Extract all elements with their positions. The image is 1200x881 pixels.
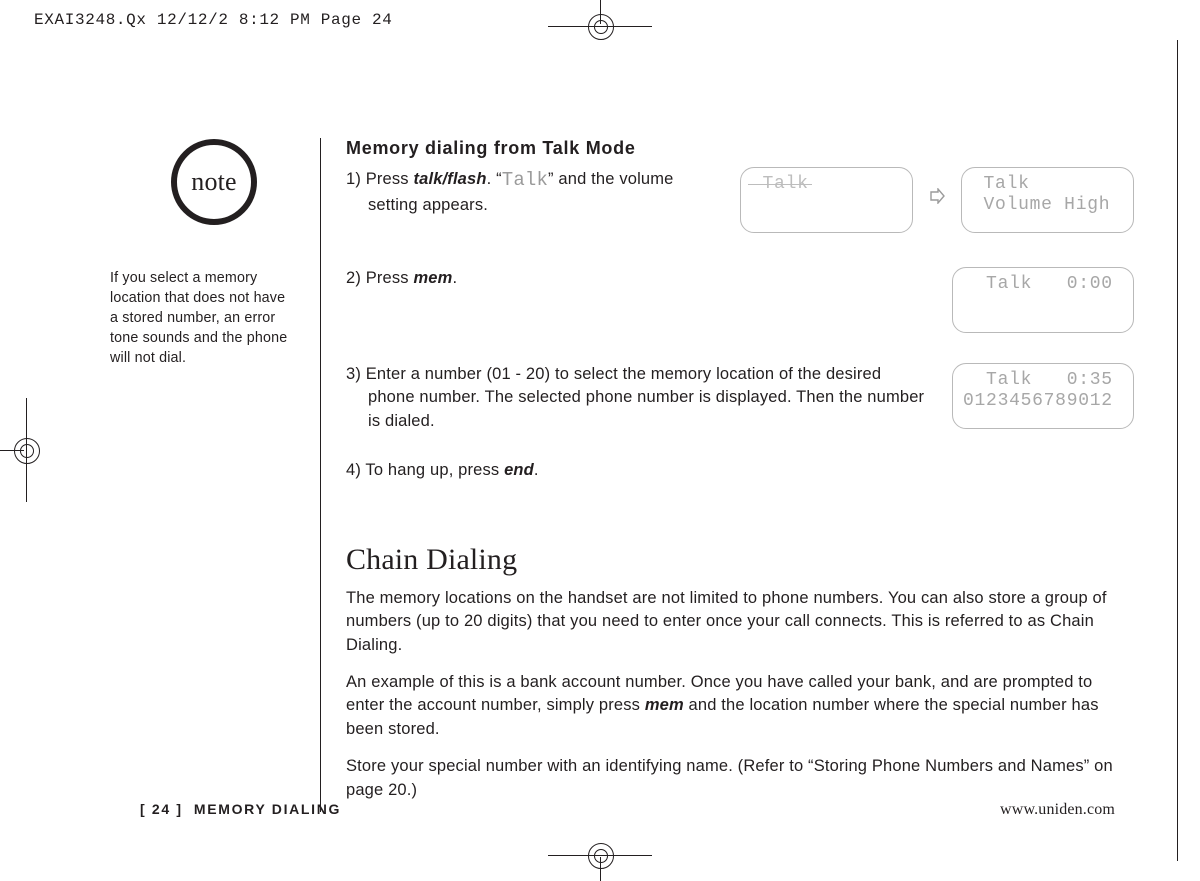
page-footer: [ 24 ] MEMORY DIALING www.uniden.com [140,801,1115,819]
step-3-text: 3) Enter a number (01 - 20) to select th… [368,363,932,433]
step-2-row: 2) Press mem. Talk 0:00 [346,267,1134,333]
lcd1-text: Talk [751,174,809,195]
step4-lead: 4) To hang up, press [346,461,504,479]
crop-mark-top [570,0,630,40]
lcd-box-3: Talk 0:00 [952,267,1134,333]
lcd4-line1: Talk 0:35 [963,370,1123,391]
lcd2-line1: Talk [972,174,1123,195]
footer-url: www.uniden.com [1000,801,1115,819]
step4-tail: . [534,461,539,479]
step4-key: end [504,461,534,479]
step-4-text: 4) To hang up, press end. [346,459,1134,482]
lcd4-line2: 0123456789012 [963,391,1123,412]
step2-lead: 2) Press [346,269,413,287]
page-frame: note If you select a memory location tha… [30,40,1178,861]
step1-key: talk/flash [413,170,486,188]
lcd3-line1: Talk 0:00 [963,274,1123,295]
note-icon: note [170,138,258,226]
step-1-text: 1) Press talk/flash. “Talk” and the volu… [346,167,698,217]
footer-page-number: [ 24 ] [140,801,183,817]
sidebar: note If you select a memory location tha… [110,138,290,368]
chain-p3: Store your special number with an identi… [346,755,1134,802]
step-1-row: 1) Press talk/flash. “Talk” and the volu… [346,167,1134,233]
step1-mid: . “ [487,170,502,188]
step2-tail: . [452,269,457,287]
lcd2-line2: Volume High [972,195,1123,216]
step1-lcd-word: Talk [502,169,548,191]
print-proof-header: EXAI3248.Qx 12/12/2 8:12 PM Page 24 [34,11,392,29]
note-text: If you select a memory location that doe… [110,268,290,368]
arrow-right-icon [929,188,945,204]
lcd-box-1: Talk [740,167,913,233]
footer-section: MEMORY DIALING [194,801,341,817]
note-icon-label: note [170,138,258,226]
step1-lead: 1) Press [346,170,413,188]
step2-key: mem [413,269,452,287]
chain-p2: An example of this is a bank account num… [346,671,1134,741]
chain-p2-key: mem [645,696,684,714]
chain-dialing-title: Chain Dialing [346,543,1134,577]
chain-p1: The memory locations on the handset are … [346,587,1134,657]
section-heading: Memory dialing from Talk Mode [346,138,1134,159]
lcd-box-4: Talk 0:35 0123456789012 [952,363,1134,429]
main-column: Memory dialing from Talk Mode 1) Press t… [346,138,1134,816]
step-2-text: 2) Press mem. [346,267,457,290]
lcd-box-2: Talk Volume High [961,167,1134,233]
step-3-row: 3) Enter a number (01 - 20) to select th… [346,363,1134,433]
vertical-divider [320,138,321,812]
